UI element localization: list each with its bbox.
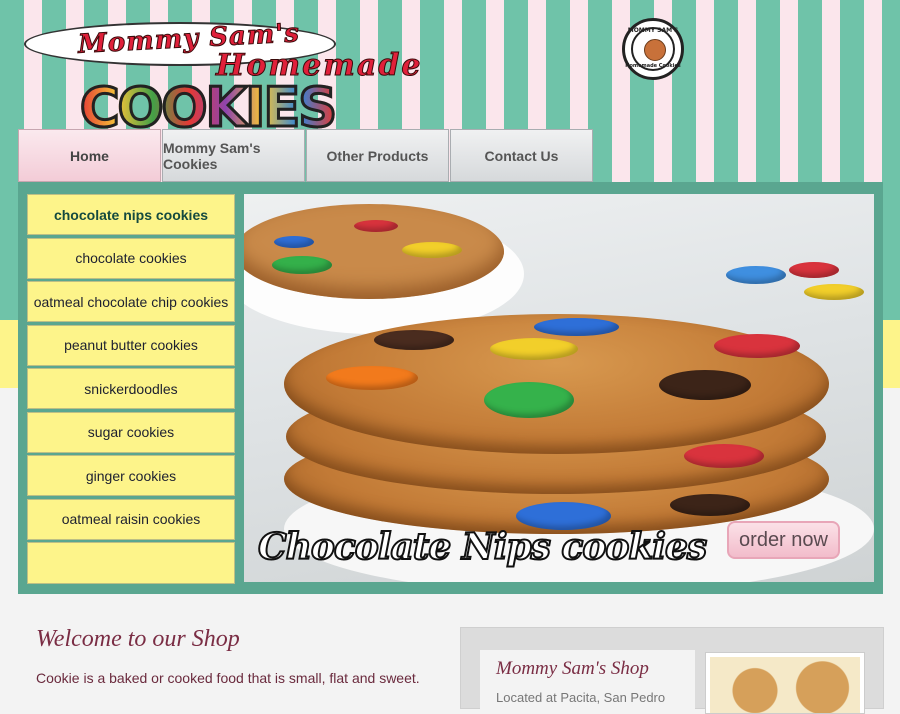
candy-brown	[670, 494, 750, 516]
candy-yellow	[490, 338, 578, 360]
brand-badge-icon: MOMMY SAM'S Homemade Cookies	[622, 18, 684, 80]
shop-photo	[705, 652, 865, 714]
menu-item-peanut-butter[interactable]: peanut butter cookies	[27, 324, 235, 366]
menu-item-empty	[27, 542, 235, 584]
menu-item-chocolate-nips[interactable]: chocolate nips cookies	[27, 194, 235, 235]
site-logo[interactable]: Mommy Sam's Homemade COOKIES	[20, 14, 630, 141]
shop-location: Located at Pacita, San Pedro	[496, 690, 666, 705]
badge-top-text: MOMMY SAM'S	[627, 27, 679, 34]
candy-brown	[659, 370, 751, 400]
featured-frame: chocolate nips cookies chocolate cookies…	[18, 182, 883, 594]
menu-item-oatmeal-raisin[interactable]: oatmeal raisin cookies	[27, 498, 235, 540]
welcome-text: Cookie is a baked or cooked food that is…	[36, 670, 420, 686]
candy-red	[354, 220, 398, 232]
menu-item-oatmeal-chocolate-chip[interactable]: oatmeal chocolate chip cookies	[27, 281, 235, 322]
background-cookie	[244, 204, 504, 299]
candy-green	[272, 256, 332, 274]
menu-item-snickerdoodles[interactable]: snickerdoodles	[27, 368, 235, 409]
main-nav: Home Mommy Sam's Cookies Other Products …	[18, 129, 594, 182]
menu-item-ginger[interactable]: ginger cookies	[27, 455, 235, 496]
slide-caption: Chocolate Nips cookies	[257, 525, 708, 569]
candy-blue	[274, 236, 314, 248]
candy-blue	[726, 266, 786, 284]
candy-brown	[374, 330, 454, 350]
nav-contact-us[interactable]: Contact Us	[450, 129, 593, 182]
nav-home[interactable]: Home	[18, 129, 161, 182]
shop-info-box: Mommy Sam's Shop Located at Pacita, San …	[460, 627, 884, 714]
candy-red	[714, 334, 800, 358]
cookies-photo	[710, 657, 860, 713]
candy-blue	[534, 318, 619, 336]
nav-other-products[interactable]: Other Products	[306, 129, 449, 182]
badge-bottom-text: Homemade Cookies	[625, 63, 681, 69]
menu-item-sugar[interactable]: sugar cookies	[27, 411, 235, 453]
candy-yellow	[804, 284, 864, 300]
candy-red	[789, 262, 839, 278]
nav-mommy-sams-cookies[interactable]: Mommy Sam's Cookies	[162, 129, 305, 182]
welcome-title: Welcome to our Shop	[36, 626, 240, 652]
candy-green	[484, 382, 574, 418]
order-now-button[interactable]: order now	[727, 521, 840, 559]
shop-title: Mommy Sam's Shop	[496, 658, 649, 679]
candy-red	[684, 444, 764, 468]
cookie-category-menu: chocolate nips cookies chocolate cookies…	[27, 194, 235, 587]
candy-orange	[326, 366, 418, 390]
cookie-icon	[644, 39, 666, 61]
shop-info-panel: Mommy Sam's Shop Located at Pacita, San …	[480, 650, 695, 710]
menu-item-chocolate[interactable]: chocolate cookies	[27, 237, 235, 279]
product-slide[interactable]: Chocolate Nips cookies order now	[244, 194, 874, 582]
candy-yellow	[402, 242, 462, 258]
